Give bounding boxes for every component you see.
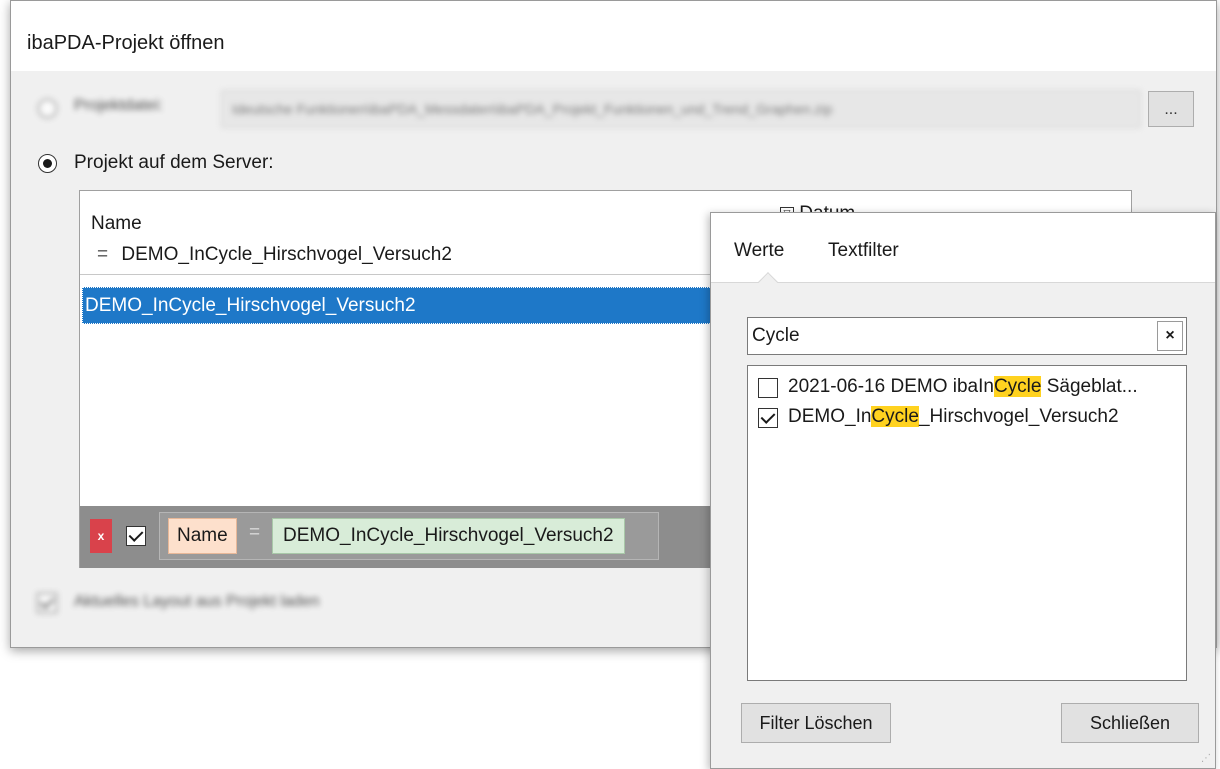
- tab-text-filter[interactable]: Textfilter: [828, 240, 899, 262]
- filter-expression[interactable]: Name = DEMO_InCycle_Hirschvogel_Versuch2: [159, 512, 659, 560]
- load-layout-label: Aktuelles Layout aus Projekt laden: [74, 593, 320, 610]
- resize-grip-icon[interactable]: ⋰: [1201, 753, 1211, 764]
- tab-values[interactable]: Werte: [734, 240, 784, 262]
- server-project-label: Projekt auf dem Server:: [74, 152, 274, 173]
- filter-operator: =: [97, 244, 109, 265]
- project-file-path-field[interactable]: Ideutsche Funktionen\ibaPDA_Messdaten\ib…: [221, 90, 1141, 128]
- dialog-title: ibaPDA-Projekt öffnen: [27, 32, 225, 54]
- project-file-radio[interactable]: [38, 99, 57, 118]
- value-label: 2021-06-16 DEMO ibaInCycle Sägeblat...: [788, 376, 1138, 397]
- value-checkbox[interactable]: [758, 378, 778, 398]
- close-button[interactable]: Schließen: [1061, 703, 1199, 743]
- clear-search-button[interactable]: ×: [1157, 321, 1183, 351]
- load-layout-checkbox[interactable]: [37, 593, 57, 613]
- server-project-radio[interactable]: [38, 154, 57, 173]
- filter-tabs: Werte Textfilter: [711, 213, 1215, 283]
- filter-popup: Werte Textfilter Cycle × 2021-06-16 DEMO…: [710, 212, 1216, 769]
- browse-button[interactable]: ...: [1148, 91, 1194, 127]
- filter-search-input[interactable]: Cycle: [747, 317, 1187, 355]
- value-checkbox[interactable]: [758, 408, 778, 428]
- column-header-name[interactable]: Name: [91, 213, 142, 235]
- filter-value: DEMO_InCycle_Hirschvogel_Versuch2: [121, 244, 452, 265]
- clear-filter-button[interactable]: Filter Löschen: [741, 703, 891, 743]
- project-file-label: Projektdatei:: [74, 97, 163, 114]
- filter-values-list[interactable]: 2021-06-16 DEMO ibaInCycle Sägeblat... D…: [747, 365, 1187, 681]
- filter-value-chip[interactable]: DEMO_InCycle_Hirschvogel_Versuch2: [272, 518, 625, 554]
- value-label: DEMO_InCycle_Hirschvogel_Versuch2: [788, 406, 1119, 427]
- filter-field-chip[interactable]: Name: [168, 518, 237, 554]
- remove-filter-button[interactable]: x: [90, 519, 112, 553]
- title-bar: ibaPDA-Projekt öffnen: [11, 1, 1216, 71]
- enable-filter-checkbox[interactable]: [126, 526, 146, 546]
- filter-operator-chip: =: [249, 522, 261, 543]
- name-filter-row[interactable]: = DEMO_InCycle_Hirschvogel_Versuch2: [97, 244, 452, 266]
